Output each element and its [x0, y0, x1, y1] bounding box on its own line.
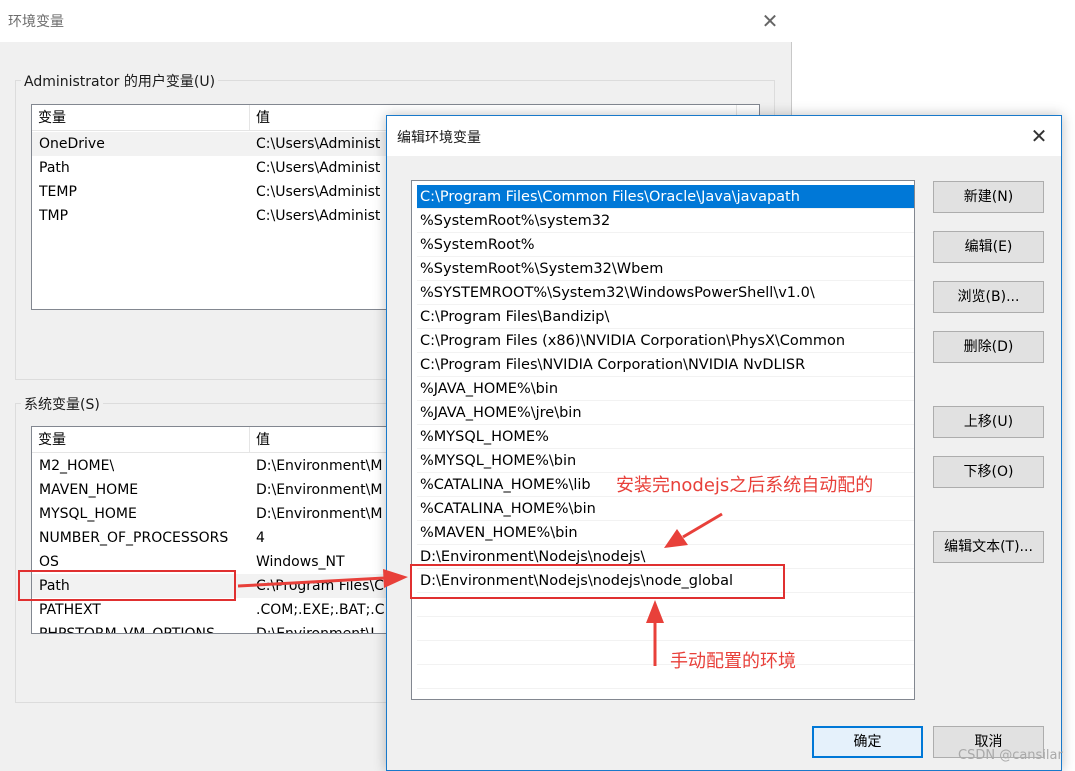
path-entry[interactable]: %SystemRoot%: [417, 233, 914, 257]
variable-value: C:\Program Files\C: [256, 578, 384, 594]
empty-path-slot[interactable]: [417, 617, 914, 641]
variable-name: TMP: [39, 208, 69, 224]
system-variables-group-title: 系统变量(S): [21, 394, 103, 414]
path-entry[interactable]: %MAVEN_HOME%\bin: [417, 521, 914, 545]
csdn-watermark: CSDN @cansilar: [958, 748, 1063, 763]
path-entries-list[interactable]: C:\Program Files\Common Files\Oracle\Jav…: [411, 180, 915, 700]
variable-value: C:\Users\Administ: [256, 208, 381, 224]
path-entry[interactable]: %MYSQL_HOME%: [417, 425, 914, 449]
env-dialog-title: 环境变量: [8, 14, 64, 30]
edit-dialog-title: 编辑环境变量: [397, 130, 481, 146]
edit-dialog-titlebar: 编辑环境变量 ✕: [387, 116, 1061, 156]
node-global-highlight-box: [410, 564, 785, 599]
new-button[interactable]: 新建(N): [933, 181, 1044, 213]
variable-value: D:\Environment\M: [256, 506, 383, 522]
variable-value: D:\Environment\M: [256, 458, 383, 474]
env-dialog-titlebar: 环境变量 ✕: [0, 0, 792, 42]
variable-name: TEMP: [39, 184, 77, 200]
variable-value: Windows_NT: [256, 554, 345, 570]
empty-path-slot[interactable]: [417, 665, 914, 689]
path-entry[interactable]: %SYSTEMROOT%\System32\WindowsPowerShell\…: [417, 281, 914, 305]
variable-name: NUMBER_OF_PROCESSORS: [39, 530, 229, 546]
close-icon[interactable]: ✕: [1019, 121, 1059, 151]
browse-button[interactable]: 浏览(B)...: [933, 281, 1044, 313]
column-header-variable[interactable]: 变量: [32, 427, 250, 453]
path-entry[interactable]: %CATALINA_HOME%\bin: [417, 497, 914, 521]
move-up-button[interactable]: 上移(U): [933, 406, 1044, 438]
edit-button[interactable]: 编辑(E): [933, 231, 1044, 263]
variable-name: PATHEXT: [39, 602, 101, 618]
variable-value: C:\Users\Administ: [256, 184, 381, 200]
variable-name: Path: [39, 160, 70, 176]
variable-value: D:\Environment\M: [256, 482, 383, 498]
variable-name: MYSQL_HOME: [39, 506, 137, 522]
move-down-button[interactable]: 下移(O): [933, 456, 1044, 488]
path-entry[interactable]: C:\Program Files\Bandizip\: [417, 305, 914, 329]
variable-name: MAVEN_HOME: [39, 482, 139, 498]
variable-value: C:\Users\Administ: [256, 160, 381, 176]
close-icon[interactable]: ✕: [752, 6, 788, 36]
path-entry[interactable]: %SystemRoot%\system32: [417, 209, 914, 233]
auto-config-note: 安装完nodejs之后系统自动配的: [616, 475, 874, 496]
path-entry[interactable]: C:\Program Files\NVIDIA Corporation\NVID…: [417, 353, 914, 377]
variable-name: M2_HOME\: [39, 458, 115, 474]
delete-button[interactable]: 删除(D): [933, 331, 1044, 363]
ok-button[interactable]: 确定: [812, 726, 923, 758]
path-entry[interactable]: C:\Program Files (x86)\NVIDIA Corporatio…: [417, 329, 914, 353]
variable-value: 4: [256, 530, 265, 546]
screenshot-stage: 环境变量 ✕ Administrator 的用户变量(U) 变量 值 OneDr…: [0, 0, 1075, 771]
user-variables-group-title: Administrator 的用户变量(U): [21, 71, 219, 91]
path-entry[interactable]: C:\Program Files\Common Files\Oracle\Jav…: [417, 185, 914, 209]
variable-value: C:\Users\Administ: [256, 136, 381, 152]
variable-name: PHPSTORM_VM_OPTIONS: [39, 626, 215, 634]
path-entry[interactable]: %MYSQL_HOME%\bin: [417, 449, 914, 473]
variable-value: .COM;.EXE;.BAT;.C: [256, 602, 385, 618]
edit-text-button[interactable]: 编辑文本(T)...: [933, 531, 1044, 563]
column-header-variable[interactable]: 变量: [32, 105, 250, 131]
path-highlight-box: [18, 570, 236, 601]
path-entry[interactable]: %JAVA_HOME%\bin: [417, 377, 914, 401]
variable-name: OneDrive: [39, 136, 105, 152]
manual-config-note: 手动配置的环境: [670, 651, 796, 672]
variable-value: D:\Environment\J: [256, 626, 375, 634]
empty-path-slot[interactable]: [417, 641, 914, 665]
path-entry[interactable]: %JAVA_HOME%\jre\bin: [417, 401, 914, 425]
path-entry[interactable]: %SystemRoot%\System32\Wbem: [417, 257, 914, 281]
